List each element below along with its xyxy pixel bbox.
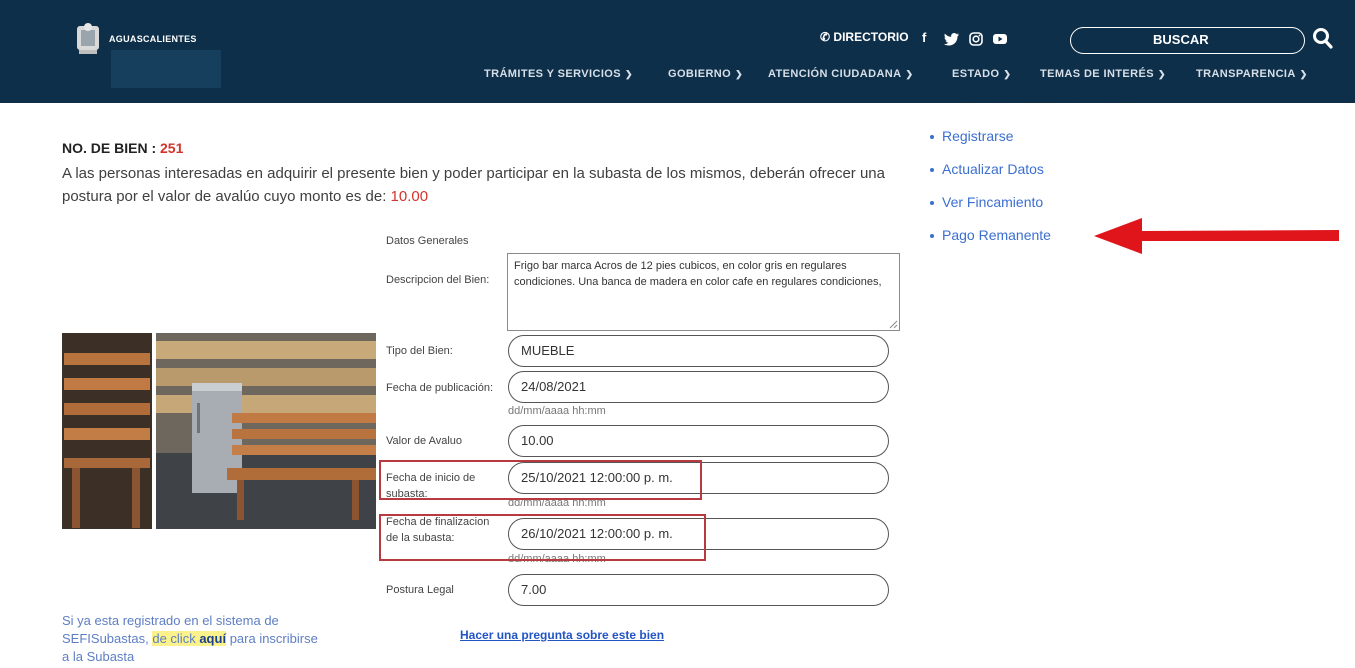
user-menu-title: MENÚ DE USUARIO: [928, 90, 1138, 105]
bien-number: NO. DE BIEN : 251: [62, 140, 184, 156]
nav-transparencia[interactable]: TRANSPARENCIA ❯: [1196, 68, 1308, 80]
menu-item-pago-remanente[interactable]: Pago Remanente: [930, 227, 1051, 260]
menu-item-actualizar-datos[interactable]: Actualizar Datos: [930, 161, 1051, 194]
instagram-icon[interactable]: [969, 32, 983, 46]
postura-field[interactable]: 7.00: [508, 574, 889, 606]
chevron-down-icon: ❯: [1157, 69, 1166, 79]
postura-label: Postura Legal: [386, 584, 454, 596]
site-header: AGUASCALIENTES ✆ DIRECTORIO f BUSCAR TRÁ…: [0, 0, 1355, 103]
avaluo-amount: 10.00: [390, 188, 429, 205]
datos-generales-title: Datos Generales: [386, 235, 469, 247]
nav-temas[interactable]: TEMAS DE INTERÉS ❯: [1040, 68, 1166, 80]
avaluo-label: Valor de Avaluo: [386, 435, 463, 447]
menu-item-registrarse[interactable]: Registrarse: [930, 128, 1051, 161]
search-icon[interactable]: [1312, 27, 1334, 51]
tipo-label: Tipo del Bien:: [386, 345, 453, 357]
chevron-down-icon: ❯: [624, 69, 633, 79]
highlight-box-fin: [379, 514, 706, 561]
item-photo[interactable]: [62, 333, 376, 529]
chevron-down-icon: ❯: [905, 69, 914, 79]
facebook-icon[interactable]: f: [922, 30, 926, 45]
descripcion-label: Descripcion del Bien:: [386, 274, 490, 286]
nav-gobierno[interactable]: GOBIERNO ❯: [668, 68, 743, 80]
descripcion-textarea[interactable]: Frigo bar marca Acros de 12 pies cubicos…: [507, 253, 900, 331]
youtube-icon[interactable]: [993, 34, 1007, 44]
annotation-arrow: [1094, 218, 1339, 254]
register-note: Si ya esta registrado en el sistema de S…: [62, 613, 318, 664]
phone-icon: ✆: [820, 30, 831, 44]
highlight-box-inicio: [379, 460, 702, 500]
directory-link[interactable]: ✆ DIRECTORIO: [820, 30, 909, 44]
logo-redacted-block: [111, 50, 221, 88]
nav-estado[interactable]: ESTADO ❯: [952, 68, 1011, 80]
ask-question-link[interactable]: Hacer una pregunta sobre este bien: [460, 627, 700, 644]
publicacion-hint: dd/mm/aaaa hh:mm: [508, 405, 606, 417]
publicacion-field[interactable]: 24/08/2021: [508, 371, 889, 403]
user-menu: Registrarse Actualizar Datos Ver Fincami…: [930, 128, 1051, 260]
nav-atencion[interactable]: ATENCIÓN CIUDADANA ❯: [768, 68, 913, 80]
register-link[interactable]: de click aquí: [152, 631, 227, 646]
menu-item-ver-fincamiento[interactable]: Ver Fincamiento: [930, 194, 1051, 227]
chevron-down-icon: ❯: [1003, 69, 1012, 79]
nav-tramites[interactable]: TRÁMITES Y SERVICIOS ❯: [484, 68, 633, 80]
resize-grip-icon[interactable]: [889, 320, 898, 329]
search-input[interactable]: BUSCAR: [1070, 27, 1305, 54]
directory-label: DIRECTORIO: [833, 30, 909, 44]
tipo-field[interactable]: MUEBLE: [508, 335, 889, 367]
publicacion-label: Fecha de publicación:: [386, 382, 494, 394]
twitter-icon[interactable]: [944, 33, 959, 46]
avaluo-field[interactable]: 10.00: [508, 425, 889, 457]
chevron-down-icon: ❯: [1299, 69, 1308, 79]
chevron-down-icon: ❯: [735, 69, 744, 79]
intro-text: A las personas interesadas en adquirir e…: [62, 165, 885, 205]
